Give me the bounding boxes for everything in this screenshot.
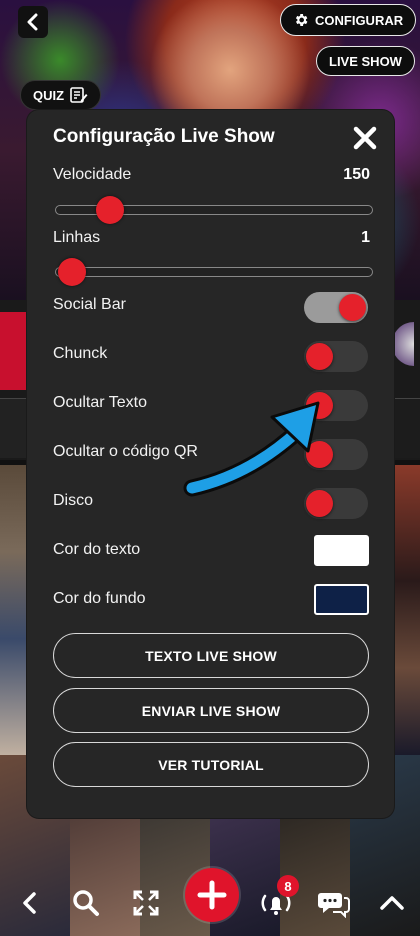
background-card-dark-right <box>390 398 420 458</box>
speed-label: Velocidade <box>53 166 132 183</box>
close-button[interactable] <box>351 124 379 152</box>
text-color-label: Cor do texto <box>53 541 141 558</box>
nav-search-button[interactable] <box>68 885 104 921</box>
toggle-knob <box>306 441 333 468</box>
add-button[interactable] <box>185 868 239 922</box>
toggle-knob <box>306 392 333 419</box>
background-card-red <box>0 312 30 390</box>
background-color-swatch[interactable] <box>314 584 369 615</box>
hide-qr-code-label: Ocultar o código QR <box>53 443 198 460</box>
toggle-knob <box>339 294 366 321</box>
chat-icon <box>318 893 350 918</box>
plus-icon <box>197 880 227 910</box>
hide-text-toggle[interactable] <box>304 390 368 421</box>
text-color-swatch[interactable] <box>314 535 369 566</box>
quiz-button[interactable]: QUIZ <box>20 80 102 110</box>
background-color-label: Cor do fundo <box>53 590 146 607</box>
fullscreen-icon <box>133 890 159 916</box>
configure-button[interactable]: CONFIGURAR <box>280 4 417 36</box>
background-card-dark <box>0 398 30 458</box>
live-show-settings-modal: Configuração Live Show Velocidade 150 Li… <box>27 110 394 818</box>
text-live-show-button[interactable]: TEXTO LIVE SHOW <box>53 633 369 678</box>
chevron-left-icon <box>27 13 38 31</box>
background-photo-left <box>0 465 30 755</box>
lines-value: 1 <box>361 229 370 246</box>
lines-slider[interactable] <box>55 258 373 286</box>
configure-label: CONFIGURAR <box>315 12 404 28</box>
social-bar-toggle[interactable] <box>304 292 368 323</box>
chevron-left-icon <box>23 892 36 914</box>
hide-qr-code-toggle[interactable] <box>304 439 368 470</box>
edit-note-icon <box>70 87 88 103</box>
search-icon <box>73 890 99 916</box>
notification-badge: 8 <box>277 875 299 897</box>
nav-chat-button[interactable] <box>316 885 352 921</box>
speed-slider[interactable] <box>55 196 373 224</box>
background-photo-right <box>390 465 420 755</box>
back-button[interactable] <box>18 6 48 38</box>
social-bar-label: Social Bar <box>53 296 126 313</box>
lines-slider-thumb[interactable] <box>57 258 86 286</box>
chunck-toggle[interactable] <box>304 341 368 372</box>
live-show-label: LIVE SHOW <box>329 53 402 69</box>
disco-toggle[interactable] <box>304 488 368 519</box>
hide-text-label: Ocultar Texto <box>53 394 147 411</box>
disco-label: Disco <box>53 492 94 509</box>
nav-up-button[interactable] <box>374 885 410 921</box>
gear-icon <box>295 14 308 26</box>
lines-label: Linhas <box>53 229 101 246</box>
send-live-show-button[interactable]: ENVIAR LIVE SHOW <box>53 688 369 733</box>
close-icon <box>353 126 377 150</box>
nav-back-button[interactable] <box>12 885 48 921</box>
modal-title: Configuração Live Show <box>53 126 275 147</box>
nav-fullscreen-button[interactable] <box>128 885 164 921</box>
toggle-knob <box>306 343 333 370</box>
toggle-knob <box>306 490 333 517</box>
quiz-label: QUIZ <box>33 87 65 103</box>
chevron-up-icon <box>380 896 404 910</box>
speed-slider-thumb[interactable] <box>95 196 124 224</box>
live-show-button[interactable]: LIVE SHOW <box>316 46 415 76</box>
chunck-label: Chunck <box>53 345 108 362</box>
speed-value: 150 <box>343 166 370 183</box>
tutorial-button[interactable]: VER TUTORIAL <box>53 742 369 787</box>
